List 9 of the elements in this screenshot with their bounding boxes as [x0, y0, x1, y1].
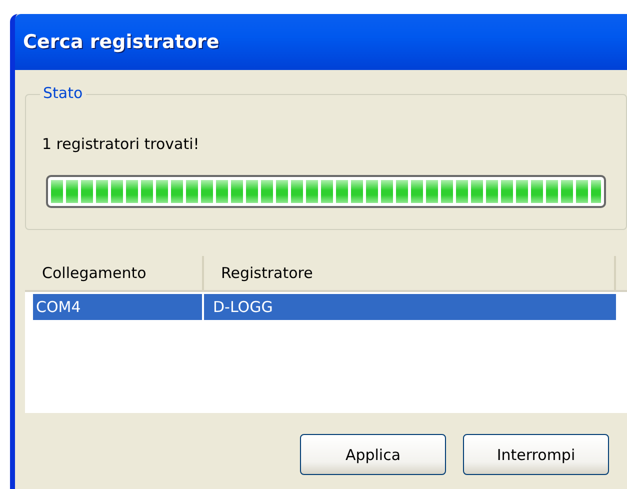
table-cell: COM4 — [33, 294, 204, 320]
column-header[interactable]: Collegamento — [25, 256, 204, 290]
window-title: Cerca registratore — [23, 31, 220, 53]
table-cell-text: D-LOGG — [212, 297, 274, 318]
apply-button[interactable]: Applica — [300, 434, 446, 475]
column-header[interactable]: Registratore — [204, 256, 616, 290]
status-message: 1 registratori trovati! — [42, 135, 200, 153]
stop-button[interactable]: Interrompi — [463, 434, 609, 475]
list-row[interactable]: COM4 D-LOGG — [33, 294, 616, 320]
